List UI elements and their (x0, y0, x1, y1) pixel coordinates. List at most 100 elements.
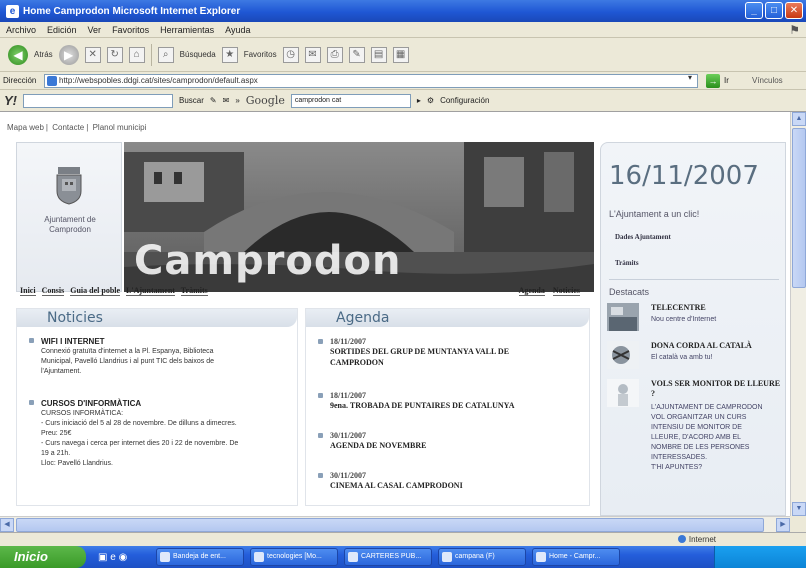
discuss-icon[interactable]: ▤ (370, 46, 387, 63)
media-icon[interactable]: ◉ (119, 552, 128, 563)
agenda-heading: Agenda (306, 309, 589, 327)
address-dropdown-icon[interactable]: ▾ (688, 73, 692, 82)
google-go-icon[interactable]: ▸ (417, 96, 421, 105)
nav-noticies[interactable]: Noticies (552, 286, 580, 296)
start-button[interactable]: Inicio (0, 546, 86, 568)
taskbar-item-campana[interactable]: campana (F) (438, 548, 526, 566)
menu-herramientas[interactable]: Herramientas (160, 25, 214, 35)
news-item[interactable]: CURSOS D'INFORMÀTICA CURSOS INFORMÀTICA:… (29, 399, 291, 469)
google-logo: Google (245, 94, 285, 107)
agenda-event[interactable]: SORTIDES DEL GRUP DE MUNTANYA VALL DE CA… (318, 346, 580, 368)
current-date: 16/11/2007 (609, 161, 759, 191)
nav-tramits[interactable]: Tràmits (180, 286, 208, 296)
catala-thumbnail-icon (607, 341, 639, 369)
taskbar-item-carteres[interactable]: CARTERES PUB... (344, 548, 432, 566)
news-title[interactable]: WIFI I INTERNET (29, 337, 291, 347)
nav-inici[interactable]: Inici (20, 286, 36, 296)
menu-ayuda[interactable]: Ayuda (225, 25, 250, 35)
horizontal-scrollbar[interactable]: ◀ ▶ (0, 516, 790, 532)
taskbar-item-tecnologies[interactable]: tecnologies [Mo... (250, 548, 338, 566)
agenda-event[interactable]: CINEMA AL CASAL CAMPRODONI (318, 480, 580, 491)
menu-edicion[interactable]: Edición (47, 25, 77, 35)
agenda-item[interactable]: 18/11/2007 9ena. TROBADA DE PUNTAIRES DE… (318, 391, 580, 411)
news-body: CURSOS INFORMÀTICA: - Curs iniciació del… (41, 410, 239, 467)
mail-icon[interactable]: ✉ (223, 96, 230, 105)
messenger-icon[interactable]: ▦ (392, 46, 409, 63)
nav-consis[interactable]: Consis (41, 286, 65, 296)
back-arrow-icon[interactable]: ◀ (8, 44, 28, 65)
yahoo-search-input[interactable] (23, 93, 173, 108)
address-input[interactable]: http://webspobles.ddgi.cat/sites/camprod… (44, 74, 698, 88)
links-button[interactable]: Vínculos (752, 76, 783, 85)
agenda-item[interactable]: 18/11/2007 SORTIDES DEL GRUP DE MUNTANYA… (318, 337, 580, 368)
menu-ver[interactable]: Ver (88, 25, 102, 35)
bullet-icon (29, 400, 34, 405)
ie-icon: e (6, 4, 19, 18)
menu-archivo[interactable]: Archivo (6, 25, 36, 35)
standard-toolbar: ◀ Atrás ▶ ✕ ↻ ⌂ ⌕ Búsqueda ★ Favoritos ◷… (0, 38, 806, 72)
mapa-web-link[interactable]: Mapa web (7, 123, 44, 132)
status-bar: Internet (0, 532, 806, 546)
mail-icon[interactable]: ✉ (304, 46, 321, 63)
scroll-left-icon[interactable]: ◀ (0, 518, 14, 532)
contacte-link[interactable]: Contacte (52, 123, 84, 132)
main-nav: Inici Consis Guia del poble L'Ajuntament… (20, 286, 580, 300)
nav-guia-del-poble[interactable]: Guia del poble (70, 286, 121, 296)
scroll-down-icon[interactable]: ▼ (792, 502, 806, 516)
destacat-title[interactable]: DONA CORDA AL CATALÀ (651, 341, 781, 351)
yahoo-logo-icon[interactable]: Y! (4, 93, 17, 108)
search-button[interactable]: Búsqueda (180, 50, 216, 59)
google-settings-button[interactable]: Configuración (440, 96, 489, 105)
scroll-right-icon[interactable]: ▶ (776, 518, 790, 532)
favorites-button[interactable]: Favoritos (244, 50, 277, 59)
desktop-icon[interactable]: ▣ (98, 552, 107, 563)
back-button[interactable]: Atrás (34, 50, 53, 59)
go-button[interactable]: Ir (724, 76, 729, 85)
agenda-event[interactable]: AGENDA DE NOVEMBRE (318, 440, 580, 451)
destacats-heading: Destacats (609, 287, 650, 297)
vertical-scrollbar[interactable]: ▲ ▼ (790, 112, 806, 516)
window-controls: _ □ ✕ (745, 2, 803, 19)
forward-arrow-icon[interactable]: ▶ (58, 44, 79, 65)
minimize-icon[interactable]: _ (745, 2, 763, 19)
edit-icon[interactable]: ✎ (348, 46, 365, 63)
refresh-icon[interactable]: ↻ (106, 46, 123, 63)
go-arrow-icon[interactable]: → (706, 74, 720, 88)
news-item[interactable]: WIFI I INTERNET Connexió gratuïta d'inte… (29, 337, 291, 377)
print-icon[interactable]: ⎙ (326, 46, 343, 63)
scroll-up-icon[interactable]: ▲ (792, 112, 806, 126)
ajuntament-logo-panel[interactable]: Ajuntament de Camprodon (16, 142, 122, 292)
search-icon[interactable]: ⌕ (157, 46, 174, 63)
menu-favoritos[interactable]: Favoritos (112, 25, 149, 35)
bullet-icon (318, 339, 323, 344)
gear-icon[interactable]: ⚙ (427, 96, 434, 105)
maximize-icon[interactable]: □ (765, 2, 783, 19)
top-utility-nav: Mapa web | Contacte | Planol municipi (7, 123, 147, 132)
agenda-item[interactable]: 30/11/2007 CINEMA AL CASAL CAMPRODONI (318, 471, 580, 491)
scrollbar-thumb[interactable] (16, 518, 764, 532)
news-title[interactable]: CURSOS D'INFORMÀTICA (29, 399, 291, 409)
destacat-title[interactable]: VOLS SER MONITOR DE LLEURE ? (651, 379, 781, 399)
planol-municipi-link[interactable]: Planol municipi (93, 123, 147, 132)
home-icon[interactable]: ⌂ (128, 46, 145, 63)
favorites-star-icon[interactable]: ★ (221, 46, 238, 63)
destacat-title[interactable]: TELECENTRE (651, 303, 781, 313)
more-chevron-icon[interactable]: » (235, 96, 239, 105)
nav-ajuntament[interactable]: L'Ajuntament (126, 286, 175, 296)
close-icon[interactable]: ✕ (785, 2, 803, 19)
agenda-event[interactable]: 9ena. TROBADA DE PUNTAIRES DE CATALUNYA (318, 400, 580, 411)
ie-quicklaunch-icon[interactable]: e (110, 552, 116, 563)
history-icon[interactable]: ◷ (282, 46, 299, 63)
stop-icon[interactable]: ✕ (84, 46, 101, 63)
agenda-item[interactable]: 30/11/2007 AGENDA DE NOVEMBRE (318, 431, 580, 451)
pencil-icon[interactable]: ✎ (210, 96, 217, 105)
nav-agenda[interactable]: Agenda (518, 286, 545, 296)
window-titlebar[interactable]: e Home Camprodon Microsoft Internet Expl… (0, 0, 806, 22)
taskbar-item-outlook[interactable]: Bandeja de ent... (156, 548, 244, 566)
tramits-link[interactable]: Tràmits (615, 259, 639, 267)
dades-ajuntament-link[interactable]: Dades Ajuntament (615, 233, 671, 241)
scrollbar-thumb[interactable] (792, 128, 806, 288)
google-search-input[interactable]: camprodon cat (290, 93, 411, 108)
taskbar-item-home-camprodon[interactable]: Home - Campr... (532, 548, 620, 566)
yahoo-search-button[interactable]: Buscar (179, 96, 204, 105)
